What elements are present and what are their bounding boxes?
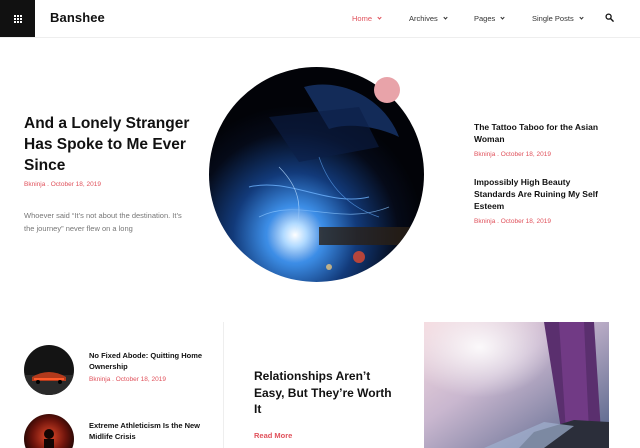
stage-photo (424, 322, 609, 448)
athlete-photo (24, 414, 74, 448)
decorative-dot (374, 77, 400, 103)
small-post-title[interactable]: No Fixed Abode: Quitting Home Ownership (89, 350, 204, 372)
grid-icon (13, 14, 22, 23)
chevron-down-icon (500, 15, 505, 20)
post-thumbnail[interactable] (24, 345, 74, 395)
chevron-down-icon (579, 15, 584, 20)
chevron-down-icon (377, 15, 382, 20)
nav-item-archives[interactable]: Archives (409, 14, 448, 23)
side-post[interactable]: The Tattoo Taboo for the Asian Woman Bkn… (474, 121, 604, 158)
post-thumbnail[interactable] (24, 414, 74, 448)
small-post-title[interactable]: Extreme Athleticism Is the New Midlife C… (89, 420, 204, 442)
side-post-title[interactable]: Impossibly High Beauty Standards Are Rui… (474, 176, 604, 212)
feature-image[interactable] (424, 322, 609, 448)
menu-button[interactable] (0, 0, 35, 37)
nav-item-home[interactable]: Home (352, 14, 382, 23)
hero-post-excerpt: Whoever said “It’s not about the destina… (24, 211, 182, 233)
side-post-title[interactable]: The Tattoo Taboo for the Asian Woman (474, 121, 604, 145)
nav-item-single-posts[interactable]: Single Posts (532, 14, 584, 23)
search-icon[interactable] (605, 13, 614, 22)
side-post[interactable]: Impossibly High Beauty Standards Are Rui… (474, 176, 604, 225)
site-header: Banshee Home Archives Pages Single Posts (0, 0, 640, 38)
column-divider (223, 322, 224, 448)
hero-post-title[interactable]: And a Lonely Stranger Has Spoke to Me Ev… (24, 113, 199, 176)
site-logo[interactable]: Banshee (50, 10, 105, 25)
nav-item-pages[interactable]: Pages (474, 14, 505, 23)
side-post-meta: Bkninja . October 18, 2019 (474, 151, 551, 158)
nav-item-label: Single Posts (532, 14, 574, 23)
small-post[interactable]: No Fixed Abode: Quitting Home Ownership … (89, 350, 204, 383)
side-post-meta: Bkninja . October 18, 2019 (474, 218, 551, 225)
hero-post-meta: Bkninja . October 18, 2019 (24, 181, 101, 188)
read-more-link[interactable]: Read More (254, 431, 292, 440)
nav-item-label: Archives (409, 14, 438, 23)
chevron-down-icon (443, 15, 448, 20)
small-post-meta: Bkninja . October 18, 2019 (89, 376, 166, 383)
nav-item-label: Pages (474, 14, 496, 23)
nav-item-label: Home (352, 14, 373, 23)
feature-post-title[interactable]: Relationships Aren’t Easy, But They’re W… (254, 368, 394, 418)
car-photo (24, 345, 74, 395)
small-post[interactable]: Extreme Athleticism Is the New Midlife C… (89, 420, 204, 442)
